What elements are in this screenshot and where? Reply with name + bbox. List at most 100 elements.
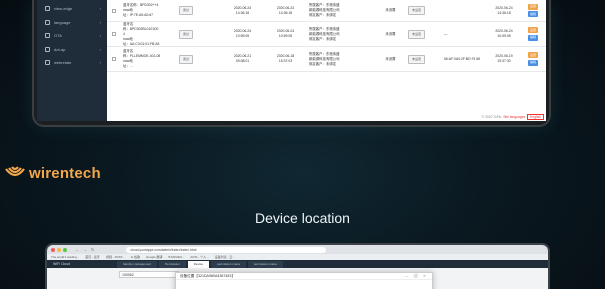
sidebar-item-webrelate[interactable]: webrelate › — [37, 56, 107, 70]
bookmark-item[interactable]: G 谷歌 — [131, 255, 140, 259]
status-text: 未设置 — [385, 56, 396, 61]
edit-button[interactable]: 编辑 — [528, 59, 539, 66]
table-row: 蓝牙名称：BPD302++4 mac地 址：IP:7E:A5:A0:67 通过 2020… — [107, 0, 546, 22]
last-time: 2020-06-24 14:36:18 — [495, 5, 513, 15]
action-cell: 通过 — [177, 22, 221, 46]
status-text: 未设置 — [385, 31, 396, 36]
bottom-screenshot-frame: ← → ↻ cloud.yourappx.com/admin/index/ind… — [45, 243, 550, 289]
state-badge[interactable]: 未设置 — [408, 54, 426, 64]
bookmark-item[interactable]: AIOS - 个人... — [190, 255, 208, 259]
updated-time: 2020-06-18 15:37:03 — [276, 54, 295, 63]
bookmark-item[interactable]: B MAVEN... — [168, 255, 184, 259]
bookmark-item[interactable]: The world's leading... — [51, 255, 79, 259]
app-body: 100062 设备位置【321DA980A4367453】 — ⬜ ✕ — [47, 268, 548, 289]
updated-time: 2020-06-24 14:36:18 — [276, 5, 295, 15]
sidebar-item-dot-ap[interactable]: dot-ap › — [37, 43, 107, 57]
ops-cell: 设置 编辑 — [526, 47, 546, 71]
sidebar: view-edge › language › OTA › dot-ap › we… — [37, 0, 107, 121]
update-icon — [45, 33, 50, 39]
customer-info: 所属客户：东莞伟盛 新能源科技有限公司 绑定客户：未绑定 — [309, 3, 340, 17]
modal-window-controls[interactable]: — ⬜ ✕ — [405, 274, 428, 278]
approve-button[interactable]: 通过 — [179, 29, 194, 39]
copyright-text: © 2020 ToFlo — [481, 115, 502, 119]
row-checkbox-cell — [107, 0, 121, 21]
tab-permission-mana-1[interactable]: permission mana — [211, 260, 246, 268]
link-icon — [45, 60, 50, 66]
last-time: 2020-06-19 19:37:30 — [495, 54, 513, 63]
device-info: 蓝牙名称：BPD302++4 mac地 址：IP:7E:A5:A0:67 — [123, 3, 159, 17]
logo-text: wirentech — [29, 164, 101, 182]
bookmark-item[interactable]: 首页 - 蓝牙 — [85, 255, 100, 259]
close-window-icon[interactable] — [51, 247, 55, 252]
forward-icon[interactable]: → — [83, 247, 87, 252]
mac-text: 56:AF:0A0:2F:BD:79 68 — [444, 56, 480, 61]
state-badge[interactable]: 未设置 — [408, 6, 426, 15]
ops-cell: 设置 编辑 — [526, 22, 546, 46]
ap-icon — [45, 46, 50, 52]
modal-header: 设备位置【321DA980A4367453】 — ⬜ ✕ — [176, 273, 432, 280]
state-badge[interactable]: 未设置 — [408, 29, 426, 39]
status-text: 未设置 — [385, 8, 396, 12]
approve-button[interactable]: 通过 — [179, 6, 194, 15]
status-cell: 未设置 — [375, 0, 406, 21]
reload-icon[interactable]: ↻ — [91, 247, 94, 252]
mac-cell: — — [442, 22, 482, 46]
bookmark-item[interactable]: 视频 - RAST... — [106, 255, 125, 259]
row-checkbox[interactable] — [112, 57, 116, 61]
edit-button[interactable]: 编辑 — [528, 11, 539, 18]
id-field[interactable]: 100062 — [119, 271, 179, 278]
minimize-window-icon[interactable] — [57, 247, 61, 252]
tab-device[interactable]: Device — [187, 260, 210, 268]
chevron-right-icon: › — [99, 33, 101, 39]
sidebar-item-language[interactable]: language › — [37, 16, 107, 30]
bookmark-item[interactable]: Google 翻译 — [146, 255, 163, 259]
tab-permission-mana-2[interactable]: permission mana — [247, 260, 283, 268]
settings-button[interactable]: 设置 — [528, 27, 539, 34]
footer-bar: © 2020 ToFlo Site languages English — [482, 114, 544, 120]
mac-cell: 56:AF:0A0:2F:BD:79 68 — [442, 47, 482, 71]
section-title: Device location — [255, 210, 350, 226]
globe-icon — [45, 19, 50, 25]
app-brand: WiFi Cloud — [53, 262, 71, 266]
device-info: 蓝牙名 称：BPD302BL0101D0 4 mac地 址：AA:C3:01:01:FB… — [123, 21, 160, 46]
mac-cell — [442, 0, 482, 21]
updated-time: 2020-06-24 10:59:05 — [276, 29, 295, 38]
wirentech-logo: wirentech — [4, 163, 101, 183]
action-cell: 通过 — [177, 47, 221, 71]
top-screenshot-frame: view-edge › language › OTA › dot-ap › we… — [32, 0, 551, 127]
row-checkbox[interactable] — [112, 32, 116, 36]
bookmark-item[interactable]: 设备列表 - 云... — [215, 255, 235, 259]
maximize-window-icon[interactable] — [63, 247, 67, 252]
sidebar-item-ota[interactable]: OTA › — [37, 29, 107, 43]
app-header: WiFi Cloud Identity management Permissio… — [47, 260, 548, 268]
state-cell: 未设置 — [406, 0, 442, 21]
modal-title: 设备位置【321DA980A4367453】 — [180, 273, 235, 278]
table-row: 蓝牙名 称：PLLEMMOE-401-08 mac地 址：... 通过 2020-06-2… — [107, 47, 546, 72]
customer-info: 所属客户：东莞伟盛 新能源科技有限公司 绑定客户：未绑定 — [309, 51, 340, 66]
created-time: 2020-06-24 14:36:18 — [233, 5, 252, 15]
status-cell: 未设置 — [375, 47, 406, 71]
sidebar-item-view-edge[interactable]: view-edge › — [37, 2, 107, 16]
chevron-right-icon: › — [99, 19, 101, 25]
created-time: 2020-06-24 10:59:05 — [233, 29, 252, 38]
tab-permission[interactable]: Permission — [159, 260, 186, 268]
state-cell: 未设置 — [406, 22, 442, 46]
back-icon[interactable]: ← — [75, 247, 79, 252]
site-languages-link[interactable]: Site languages — [503, 115, 525, 119]
language-select[interactable]: English — [527, 114, 544, 120]
status-cell: 未设置 — [375, 22, 406, 46]
address-bar[interactable]: cloud.yourappx.com/admin/index/index.htm… — [126, 246, 327, 253]
chevron-right-icon: › — [99, 46, 101, 52]
approve-button[interactable]: 通过 — [179, 54, 194, 64]
row-checkbox[interactable] — [112, 8, 116, 13]
edge-icon — [45, 6, 50, 12]
customer-info: 所属客户：东莞伟盛 新能源科技有限公司 绑定客户：未绑定 — [309, 26, 340, 41]
tab-identity[interactable]: Identity management — [117, 260, 158, 268]
last-time: 2020-06-24 10:59:05 — [495, 29, 513, 38]
settings-button[interactable]: 设置 — [528, 52, 539, 59]
created-time: 2020-06-21 09:08:01 — [233, 54, 252, 63]
mac-text: — — [444, 31, 448, 36]
device-table: 蓝牙名称：BPD302++4 mac地 址：IP:7E:A5:A0:67 通过 2020… — [107, 0, 546, 121]
edit-button[interactable]: 编辑 — [528, 34, 539, 41]
settings-button[interactable]: 设置 — [528, 3, 539, 10]
